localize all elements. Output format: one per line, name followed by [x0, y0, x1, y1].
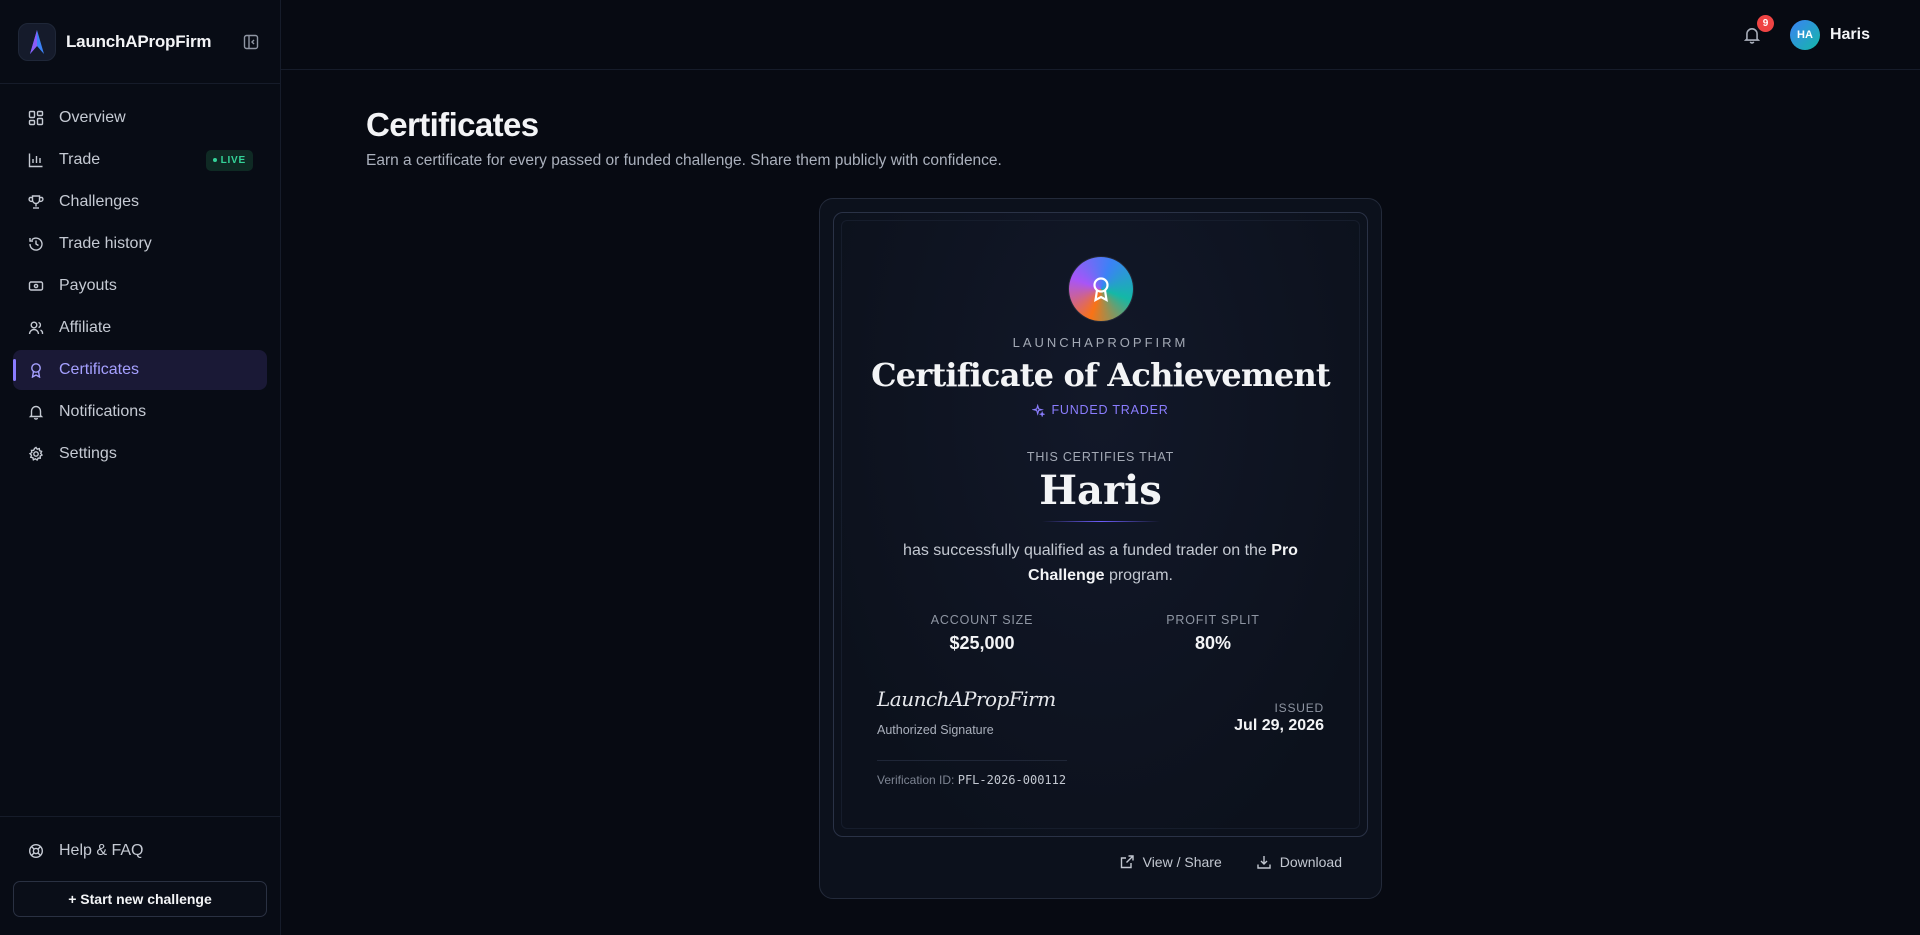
sparkles-icon	[1032, 403, 1046, 417]
live-badge-label: LIVE	[220, 154, 246, 166]
medal-icon	[1068, 257, 1133, 321]
verification-divider	[877, 760, 1067, 761]
notifications-button[interactable]: 9	[1740, 14, 1774, 47]
sidebar-item-settings[interactable]: Settings	[13, 434, 267, 474]
signature-label: Authorized Signature	[877, 723, 994, 737]
statement-text-end: program.	[1104, 567, 1173, 584]
account-size-stat: ACCOUNT SIZE $25,000	[902, 613, 1062, 654]
chart-icon	[27, 151, 45, 169]
signature: LaunchAPropFirm	[877, 687, 1056, 711]
sidebar-item-affiliate[interactable]: Affiliate	[13, 308, 267, 348]
certificate-card: LAUNCHAPROPFIRM Certificate of Achieveme…	[819, 198, 1382, 899]
profit-split-stat: PROFIT SPLIT 80%	[1133, 613, 1293, 654]
certificate-brand: LAUNCHAPROPFIRM	[1012, 335, 1189, 350]
download-button[interactable]: Download	[1256, 854, 1342, 870]
sidebar-item-payouts[interactable]: Payouts	[13, 266, 267, 306]
sidebar-item-label: Overview	[59, 109, 126, 126]
award-icon	[27, 361, 45, 379]
verification-label: Verification ID:	[877, 773, 955, 787]
sidebar-item-label: Certificates	[59, 361, 140, 378]
certificate-actions: View / Share Download	[1119, 854, 1342, 870]
profit-split-label: PROFIT SPLIT	[1166, 613, 1260, 627]
recipient-name: Haris	[1039, 467, 1162, 514]
sidebar-item-label: Payouts	[59, 277, 117, 294]
account-size-label: ACCOUNT SIZE	[930, 613, 1034, 627]
sidebar-footer: Help & FAQ + Start new challenge	[0, 816, 280, 935]
sidebar-item-trade[interactable]: Trade LIVE	[13, 140, 267, 180]
sidebar: LaunchAPropFirm Overview Trade LIVE Chal…	[0, 0, 281, 935]
download-icon	[1257, 856, 1271, 869]
main-content: Certificates Earn a certificate for ever…	[366, 106, 1920, 170]
sidebar-item-label: Trade	[59, 151, 101, 168]
download-label: Download	[1279, 854, 1342, 870]
certificate-statement: has successfully qualified as a funded t…	[894, 538, 1307, 588]
banknote-icon	[27, 277, 45, 295]
certificate: LAUNCHAPROPFIRM Certificate of Achieveme…	[833, 212, 1368, 837]
bell-icon	[27, 403, 45, 421]
profit-split-value: 80%	[1194, 633, 1232, 653]
certificate-title: Certificate of Achievement	[871, 356, 1331, 394]
live-badge: LIVE	[205, 149, 253, 171]
verification-id: PFL-2026-000112	[957, 773, 1067, 787]
certificate-tier: FUNDED TRADER	[834, 403, 1367, 417]
history-icon	[27, 235, 45, 253]
statement-text: has successfully qualified as a funded t…	[903, 542, 1272, 559]
sidebar-item-label: Trade history	[59, 235, 152, 252]
external-link-icon	[1120, 855, 1134, 869]
brand-name: LaunchAPropFirm	[66, 31, 212, 51]
users-icon	[27, 319, 45, 337]
certificate-tier-label: FUNDED TRADER	[1051, 403, 1169, 417]
verification: Verification ID: PFL-2026-000112	[877, 773, 1066, 787]
top-header: 9 HA Haris	[281, 0, 1920, 70]
trophy-icon	[27, 193, 45, 211]
gear-icon	[27, 445, 45, 463]
grid-icon	[27, 109, 45, 127]
live-dot-icon	[212, 158, 217, 162]
page-subtitle: Earn a certificate for every passed or f…	[366, 152, 1002, 169]
sidebar-item-label: Help & FAQ	[59, 842, 144, 859]
sidebar-item-help[interactable]: Help & FAQ	[13, 831, 267, 871]
account-size-value: $25,000	[949, 633, 1015, 653]
sidebar-item-overview[interactable]: Overview	[13, 98, 267, 138]
sidebar-item-label: Affiliate	[59, 319, 112, 336]
notification-count-badge: 9	[1756, 14, 1774, 32]
certifies-label: THIS CERTIFIES THAT	[1026, 450, 1175, 464]
sidebar-item-label: Challenges	[59, 193, 140, 210]
start-new-challenge-button[interactable]: + Start new challenge	[13, 881, 267, 917]
view-share-button[interactable]: View / Share	[1119, 854, 1222, 870]
brand: LaunchAPropFirm	[0, 0, 280, 84]
sidebar-item-certificates[interactable]: Certificates	[13, 350, 267, 390]
lifebuoy-icon	[27, 842, 45, 860]
sidebar-item-challenges[interactable]: Challenges	[13, 182, 267, 222]
collapse-sidebar-button[interactable]	[240, 31, 262, 53]
sidebar-item-trade-history[interactable]: Trade history	[13, 224, 267, 264]
page-title: Certificates	[366, 106, 539, 143]
issued-label: ISSUED	[1274, 701, 1324, 715]
view-share-label: View / Share	[1142, 854, 1222, 870]
sidebar-item-label: Notifications	[59, 403, 147, 420]
sidebar-item-label: Settings	[59, 445, 117, 462]
avatar[interactable]: HA	[1789, 19, 1820, 50]
logo-icon	[18, 22, 56, 61]
sidebar-nav: Overview Trade LIVE Challenges Trade his…	[0, 84, 280, 474]
sidebar-item-notifications[interactable]: Notifications	[13, 392, 267, 432]
issued-date: Jul 29, 2026	[1234, 717, 1324, 734]
user-name[interactable]: Haris	[1830, 26, 1870, 44]
name-divider	[1041, 521, 1160, 522]
